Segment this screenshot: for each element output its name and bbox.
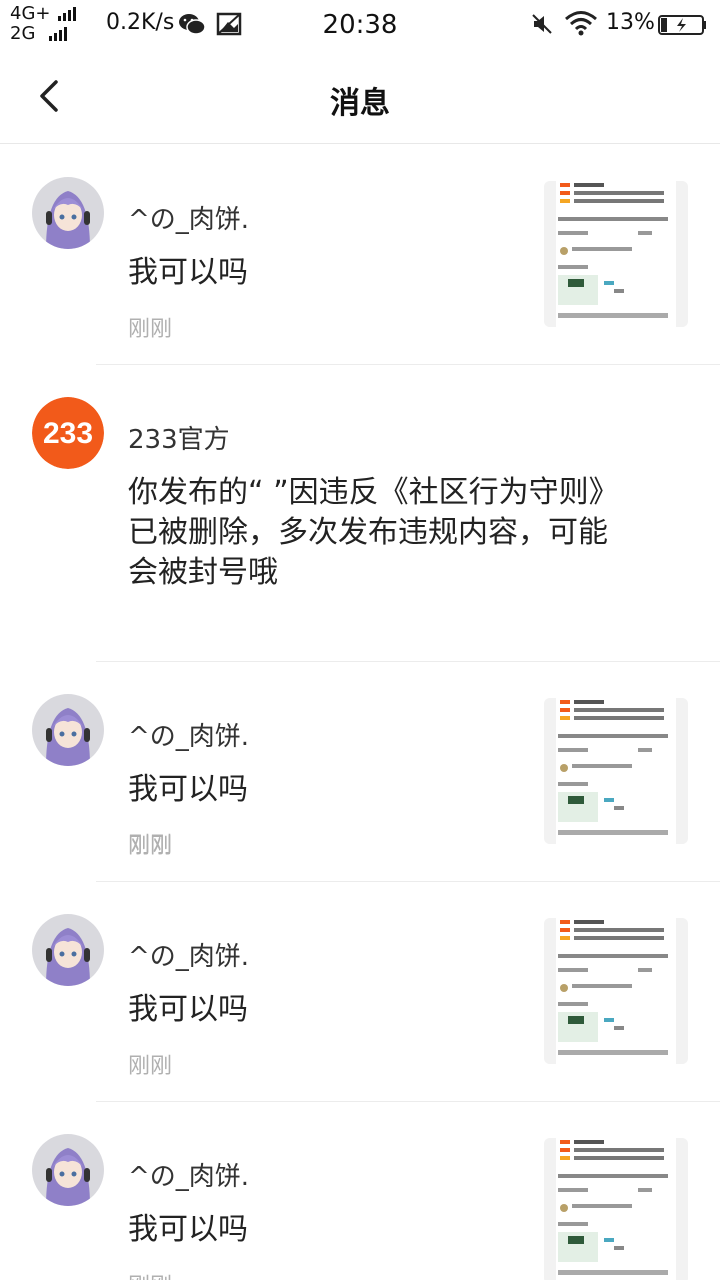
message-item[interactable]: ^の_肉饼. 我可以吗 刚刚 [0, 882, 720, 1102]
message-item[interactable]: ^の_肉饼. 我可以吗 刚刚 [0, 662, 720, 882]
logo-text: 233 [43, 417, 93, 450]
avatar[interactable] [32, 694, 104, 766]
wifi-icon [565, 11, 597, 36]
post-thumbnail[interactable] [544, 698, 688, 844]
message-time: 刚刚 [128, 834, 173, 859]
message-item[interactable]: ^の_肉饼. 我可以吗 刚刚 [0, 145, 720, 365]
sender-name: ^の_肉饼. [128, 722, 250, 752]
battery-percent: 13% [606, 10, 655, 35]
mute-icon [532, 14, 552, 34]
avatar[interactable] [32, 177, 104, 249]
page-title: 消息 [330, 86, 390, 121]
avatar[interactable] [32, 914, 104, 986]
sender-name: 233官方 [128, 425, 230, 455]
message-list: ^の_肉饼. 我可以吗 刚刚 233 233官方 你发布的“ ”因违反《社区行为… [0, 145, 720, 1280]
message-text: 我可以吗 [128, 772, 248, 807]
avatar[interactable] [32, 1134, 104, 1206]
post-thumbnail[interactable] [544, 918, 688, 1064]
message-text: 我可以吗 [128, 992, 248, 1027]
post-thumbnail[interactable] [544, 1138, 688, 1280]
message-text: 我可以吗 [128, 255, 248, 290]
sender-name: ^の_肉饼. [128, 205, 250, 235]
message-item[interactable]: 233 233官方 你发布的“ ”因违反《社区行为守则》已被删除，多次发布违规内… [0, 365, 720, 858]
battery-charging-icon [658, 15, 706, 35]
message-item[interactable]: ^の_肉饼. 我可以吗 刚刚 [0, 1102, 720, 1280]
status-bar: 4G+ 2G 0.2K/s 20:38 13% [0, 0, 720, 52]
message-time: 刚刚 [128, 1054, 173, 1079]
sender-name: ^の_肉饼. [128, 942, 250, 972]
sender-name: ^の_肉饼. [128, 1162, 250, 1192]
message-time: 刚刚 [128, 1268, 172, 1280]
message-text: 我可以吗 [128, 1212, 248, 1247]
official-logo-avatar[interactable]: 233 [32, 397, 104, 469]
post-thumbnail[interactable] [544, 181, 688, 327]
message-text: 你发布的“ ”因违反《社区行为守则》已被删除，多次发布违规内容，可能会被封号哦 [128, 475, 619, 590]
message-time: 刚刚 [128, 317, 173, 342]
top-navigation-bar: 消息 [0, 52, 720, 144]
